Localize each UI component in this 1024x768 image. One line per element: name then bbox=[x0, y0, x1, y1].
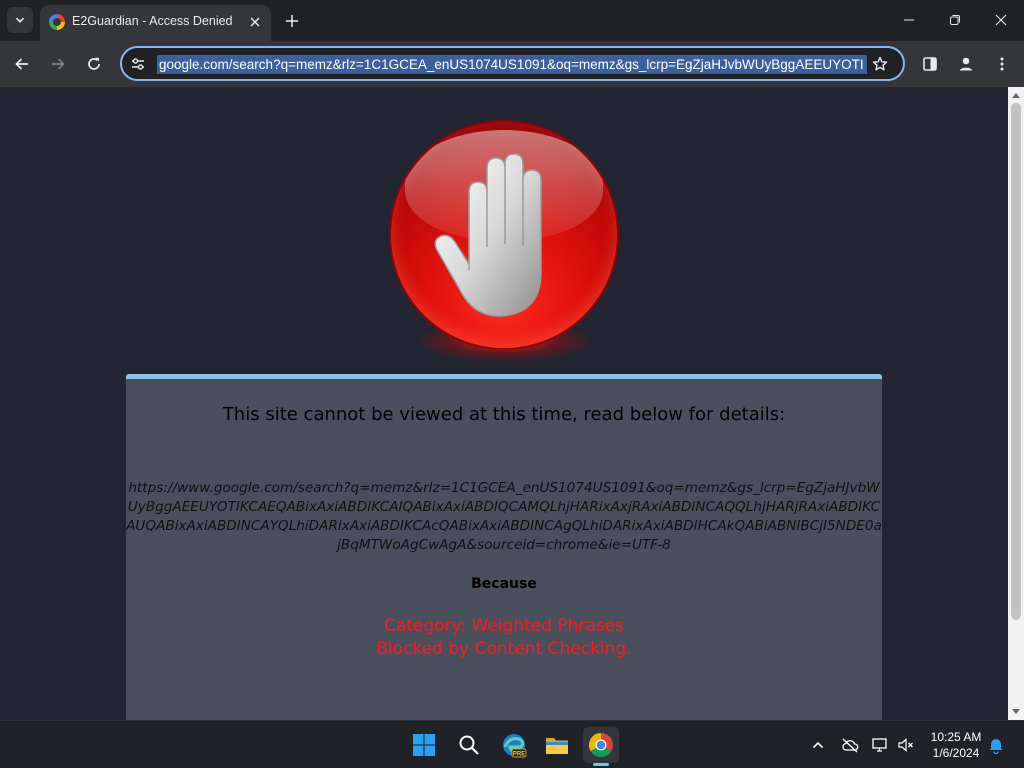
clock-time: 10:25 AM bbox=[930, 730, 982, 744]
minimize-button[interactable] bbox=[886, 0, 932, 40]
taskbar: PRE 10:25 AM 1/6/2024 bbox=[0, 720, 1024, 768]
close-icon bbox=[250, 17, 260, 27]
onedrive-tray-button[interactable] bbox=[838, 733, 862, 757]
side-panel-icon bbox=[923, 57, 937, 71]
scroll-down-arrow-icon[interactable] bbox=[1012, 709, 1020, 714]
reason-detail: Blocked by Content Checking. bbox=[376, 639, 632, 659]
hand-icon bbox=[434, 153, 542, 317]
stop-circle bbox=[391, 122, 617, 348]
scroll-up-arrow-icon[interactable] bbox=[1012, 93, 1020, 98]
notifications-button[interactable] bbox=[984, 733, 1008, 757]
reload-icon bbox=[88, 57, 100, 70]
tab-close-button[interactable] bbox=[245, 12, 265, 32]
denied-panel: This site cannot be viewed at this time,… bbox=[126, 374, 882, 720]
close-window-button[interactable] bbox=[978, 0, 1024, 40]
side-panel-button[interactable] bbox=[916, 50, 944, 78]
bell-icon bbox=[989, 739, 1003, 754]
taskbar-file-explorer[interactable] bbox=[539, 727, 575, 763]
minimize-icon bbox=[904, 19, 914, 21]
chevron-up-icon bbox=[812, 741, 824, 749]
address-bar[interactable]: google.com/search?q=memz&rlz=1C1GCEA_enU… bbox=[120, 46, 905, 81]
google-favicon-icon bbox=[49, 14, 65, 30]
active-app-indicator bbox=[593, 763, 609, 766]
plus-icon bbox=[286, 15, 298, 27]
url-text[interactable]: google.com/search?q=memz&rlz=1C1GCEA_enU… bbox=[157, 55, 867, 74]
browser-toolbar: google.com/search?q=memz&rlz=1C1GCEA_enU… bbox=[0, 41, 1024, 87]
vertical-scrollbar[interactable] bbox=[1008, 87, 1024, 720]
because-label: Because bbox=[471, 576, 537, 592]
arrow-right-icon bbox=[52, 58, 65, 70]
scroll-thumb[interactable] bbox=[1011, 103, 1021, 620]
network-icon bbox=[872, 738, 887, 752]
chevron-down-icon bbox=[15, 17, 25, 23]
person-icon bbox=[959, 57, 973, 71]
folder-icon bbox=[546, 738, 568, 754]
page-viewport: This site cannot be viewed at this time,… bbox=[0, 87, 1008, 720]
back-button[interactable] bbox=[8, 50, 36, 78]
tab-strip: E2Guardian - Access Denied bbox=[0, 0, 1024, 41]
chrome-icon bbox=[588, 733, 613, 758]
clock-date: 1/6/2024 bbox=[932, 746, 980, 760]
restore-button[interactable] bbox=[932, 0, 978, 40]
close-icon bbox=[995, 14, 1007, 26]
menu-button[interactable] bbox=[988, 50, 1016, 78]
reload-button[interactable] bbox=[80, 50, 108, 78]
restore-icon bbox=[950, 15, 960, 25]
edge-beta-icon: PRE bbox=[503, 734, 527, 758]
start-button[interactable] bbox=[406, 727, 442, 763]
profile-button[interactable] bbox=[952, 50, 980, 78]
star-icon bbox=[872, 56, 888, 71]
page-heading: This site cannot be viewed at this time,… bbox=[222, 404, 786, 425]
site-info-button[interactable] bbox=[129, 55, 147, 73]
tab-search-button[interactable] bbox=[7, 7, 33, 33]
volume-muted-icon bbox=[898, 738, 913, 752]
tune-icon bbox=[132, 58, 144, 70]
volume-tray-button[interactable] bbox=[894, 733, 918, 757]
forward-button[interactable] bbox=[44, 50, 72, 78]
svg-text:PRE: PRE bbox=[513, 752, 525, 758]
reason-category: Category: Weighted Phrases bbox=[383, 616, 625, 636]
taskbar-search-button[interactable] bbox=[451, 727, 487, 763]
bookmark-star-button[interactable] bbox=[870, 54, 890, 74]
windows-logo-icon bbox=[413, 734, 435, 756]
new-tab-button[interactable] bbox=[281, 10, 303, 32]
stop-hand-logo bbox=[388, 121, 620, 366]
search-icon bbox=[459, 735, 479, 755]
tab-title: E2Guardian - Access Denied bbox=[72, 14, 233, 28]
tab-active[interactable]: E2Guardian - Access Denied bbox=[40, 5, 271, 41]
taskbar-clock[interactable]: 10:25 AM 1/6/2024 bbox=[922, 729, 990, 761]
arrow-left-icon bbox=[15, 58, 28, 70]
network-tray-button[interactable] bbox=[868, 733, 892, 757]
cloud-off-icon bbox=[842, 738, 859, 753]
blocked-url: https://www.google.com/search?q=memz&rlz… bbox=[126, 480, 882, 553]
more-vertical-icon bbox=[1000, 57, 1004, 71]
url-selection: google.com/search?q=memz&rlz=1C1GCEA_enU… bbox=[157, 55, 867, 74]
taskbar-edge-beta[interactable]: PRE bbox=[496, 727, 532, 763]
show-hidden-icons-button[interactable] bbox=[806, 733, 830, 757]
taskbar-chrome[interactable] bbox=[583, 727, 619, 763]
